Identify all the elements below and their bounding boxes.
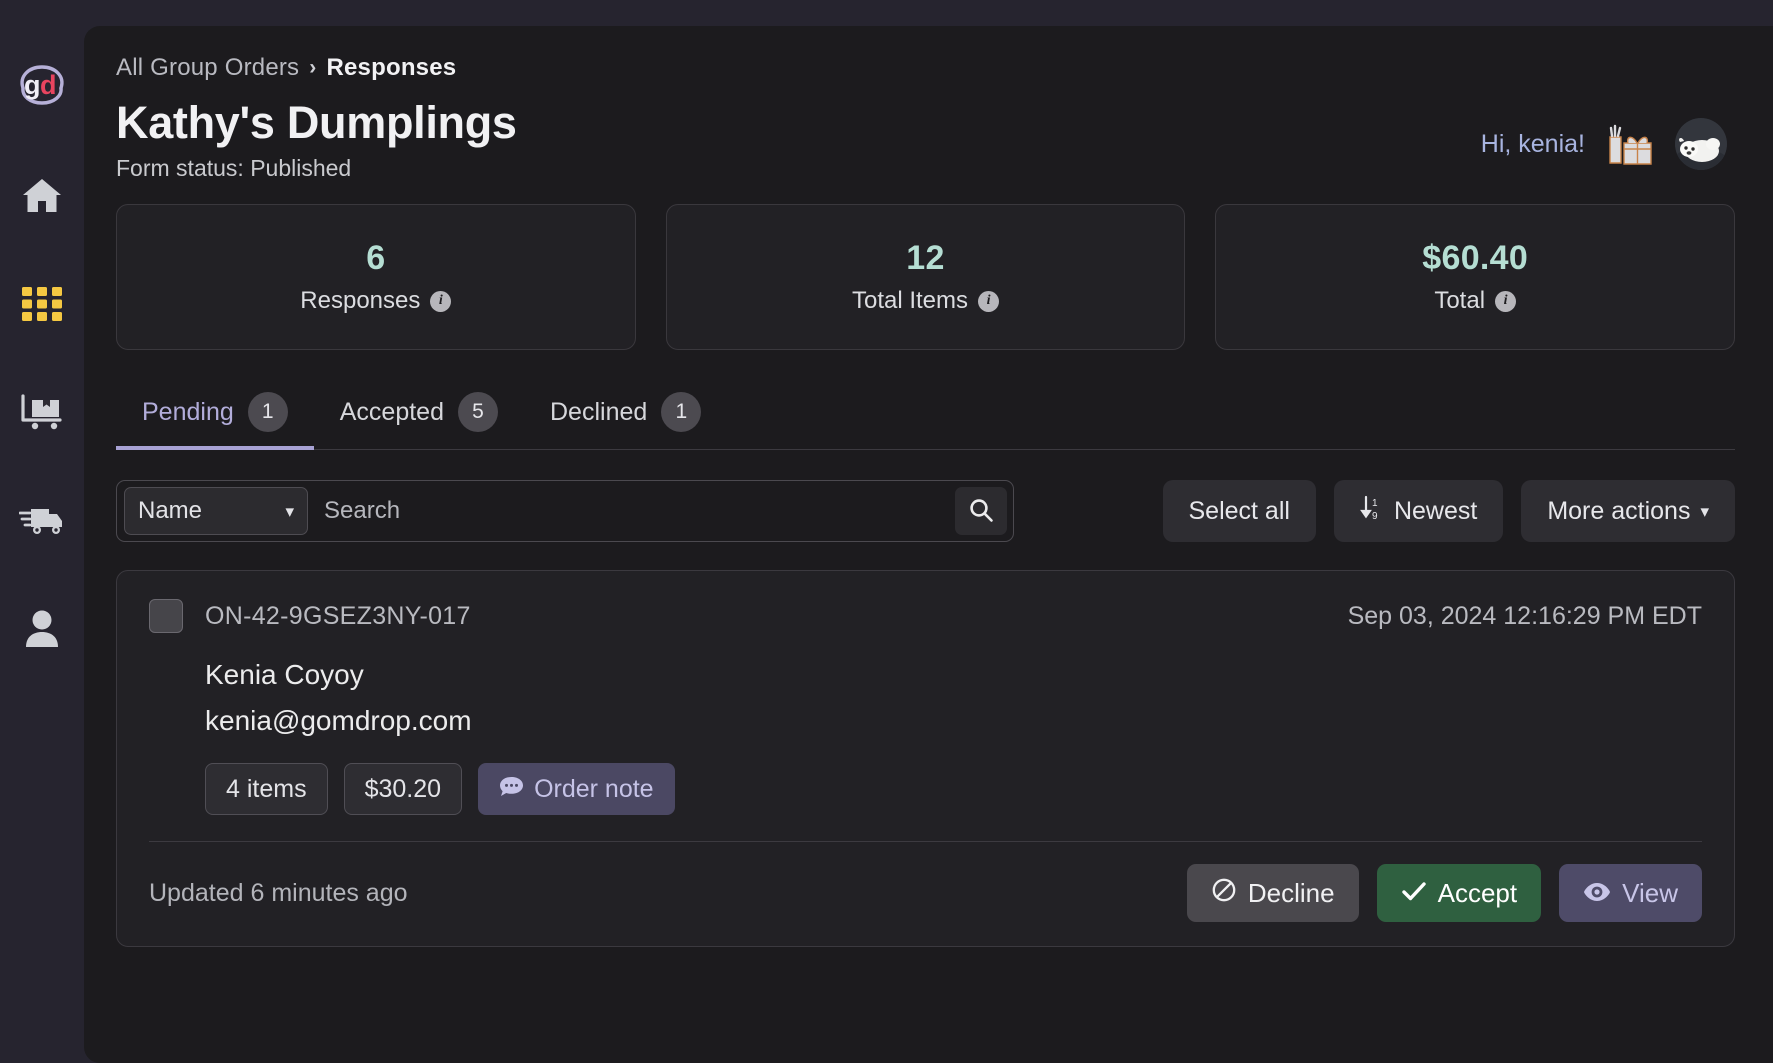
accept-button[interactable]: Accept: [1376, 864, 1542, 923]
sidebar-nav: [18, 172, 66, 652]
filter-field-select[interactable]: Name ▾: [124, 487, 308, 536]
decline-label: Decline: [1247, 877, 1335, 908]
stat-label-row: Responses i: [300, 287, 452, 315]
updated-text: Updated 6 minutes ago: [149, 878, 408, 907]
sidebar-item-shipping[interactable]: [18, 496, 66, 544]
controls-row: Name ▾ Select all: [116, 480, 1735, 543]
tabs: Pending 1 Accepted 5 Declined 1: [116, 382, 1735, 451]
response-timestamp: Sep 03, 2024 12:16:29 PM EDT: [1347, 601, 1702, 630]
select-all-button[interactable]: Select all: [1162, 480, 1316, 543]
sidebar-item-group-orders[interactable]: [18, 280, 66, 328]
stat-label-row: Total i: [1434, 287, 1517, 315]
search-button[interactable]: [955, 487, 1007, 536]
chevron-down-icon: ▾: [1700, 501, 1709, 521]
svg-text:1: 1: [1372, 498, 1378, 509]
filter-field-value: Name: [138, 497, 203, 525]
svg-text:9: 9: [1372, 511, 1378, 521]
order-note-label: Order note: [534, 774, 654, 803]
title-row: Kathy's Dumplings Form status: Published…: [116, 96, 1735, 182]
app-root: g d All Group Orders › Responses Kathy's…: [0, 0, 1773, 1063]
sort-numeric-down-icon: 1 9: [1360, 495, 1384, 528]
sidebar-item-account[interactable]: [18, 604, 66, 652]
breadcrumb: All Group Orders › Responses: [116, 54, 1735, 82]
breadcrumb-parent-link[interactable]: All Group Orders: [116, 54, 299, 82]
sidebar: g d: [0, 0, 84, 1063]
card-divider: [149, 841, 1702, 843]
stat-cards: 6 Responses i 12 Total Items i $60.40 To…: [116, 204, 1736, 351]
greeting-text: Hi, kenia!: [1480, 129, 1585, 158]
response-card-header: ON-42-9GSEZ3NY-017 Sep 03, 2024 12:16:29…: [149, 599, 1702, 634]
eye-icon: [1583, 878, 1611, 909]
info-icon[interactable]: i: [1495, 290, 1517, 312]
response-id-group: ON-42-9GSEZ3NY-017: [149, 599, 471, 634]
tab-count-badge: 5: [458, 392, 498, 433]
stat-card-total: $60.40 Total i: [1215, 204, 1736, 351]
stat-label: Total Items: [851, 287, 969, 315]
more-actions-button[interactable]: More actions ▾: [1521, 480, 1735, 543]
action-buttons: Select all 1 9 Newest More actions ▾: [1162, 480, 1735, 543]
items-count-badge[interactable]: 4 items: [205, 763, 328, 816]
accept-label: Accept: [1437, 877, 1518, 908]
gomdrop-logo[interactable]: g d: [15, 58, 69, 112]
response-card-footer: Updated 6 minutes ago Decline Accept Vie…: [149, 864, 1702, 923]
ban-icon: [1211, 877, 1237, 910]
title-block: Kathy's Dumplings Form status: Published: [116, 96, 517, 182]
search-icon: [968, 497, 994, 526]
chevron-down-icon: ▾: [285, 501, 294, 521]
comment-icon: [499, 775, 524, 804]
stat-card-total-items: 12 Total Items i: [665, 204, 1186, 351]
more-actions-label: More actions: [1547, 496, 1691, 525]
stat-label: Responses: [300, 287, 421, 315]
respondent-email: kenia@gomdrop.com: [205, 705, 472, 737]
sidebar-item-home[interactable]: [18, 172, 66, 220]
sort-newest-button[interactable]: 1 9 Newest: [1333, 480, 1504, 543]
info-icon[interactable]: i: [978, 290, 1000, 312]
tab-declined[interactable]: Declined 1: [524, 382, 727, 450]
stat-value: 6: [366, 239, 386, 278]
avatar[interactable]: [1675, 118, 1727, 170]
sort-newest-label: Newest: [1393, 496, 1478, 525]
stat-value: $60.40: [1422, 239, 1529, 278]
tab-label: Accepted: [339, 397, 444, 426]
check-icon: [1401, 878, 1427, 909]
stat-label: Total: [1434, 287, 1486, 315]
stat-card-responses: 6 Responses i: [116, 204, 636, 351]
gift-icon[interactable]: [1607, 123, 1653, 165]
search-bar: Name ▾: [116, 480, 1014, 543]
stat-label-row: Total Items i: [851, 287, 1000, 315]
response-card: ON-42-9GSEZ3NY-017 Sep 03, 2024 12:16:29…: [116, 570, 1735, 948]
user-area: Hi, kenia!: [1481, 96, 1735, 170]
chevron-right-icon: ›: [309, 56, 317, 79]
respondent-name: Kenia Coyoy: [205, 659, 364, 691]
order-id: ON-42-9GSEZ3NY-017: [205, 601, 471, 630]
response-checkbox[interactable]: [149, 599, 183, 634]
tab-label: Pending: [142, 397, 234, 426]
order-price-badge[interactable]: $30.20: [343, 763, 463, 816]
view-button[interactable]: View: [1559, 864, 1702, 923]
main-panel: All Group Orders › Responses Kathy's Dum…: [84, 26, 1773, 1063]
form-status: Form status: Published: [116, 155, 352, 182]
svg-text:g: g: [24, 70, 41, 100]
search-input[interactable]: [308, 487, 955, 536]
tab-count-badge: 1: [661, 392, 702, 433]
response-badges: 4 items $30.20 Order note: [205, 763, 1702, 816]
tab-count-badge: 1: [247, 392, 288, 433]
svg-text:d: d: [40, 70, 57, 100]
breadcrumb-current: Responses: [326, 54, 457, 81]
response-action-buttons: Decline Accept View: [1186, 864, 1702, 923]
decline-button[interactable]: Decline: [1186, 864, 1359, 923]
page-title: Kathy's Dumplings: [116, 97, 517, 148]
tab-pending[interactable]: Pending 1: [116, 382, 314, 451]
sidebar-item-inventory[interactable]: [18, 388, 66, 436]
view-label: View: [1622, 877, 1678, 908]
order-note-badge[interactable]: Order note: [478, 763, 675, 816]
stat-value: 12: [906, 239, 945, 278]
tab-label: Declined: [550, 397, 648, 426]
tab-accepted[interactable]: Accepted 5: [314, 382, 524, 450]
info-icon[interactable]: i: [430, 290, 452, 312]
